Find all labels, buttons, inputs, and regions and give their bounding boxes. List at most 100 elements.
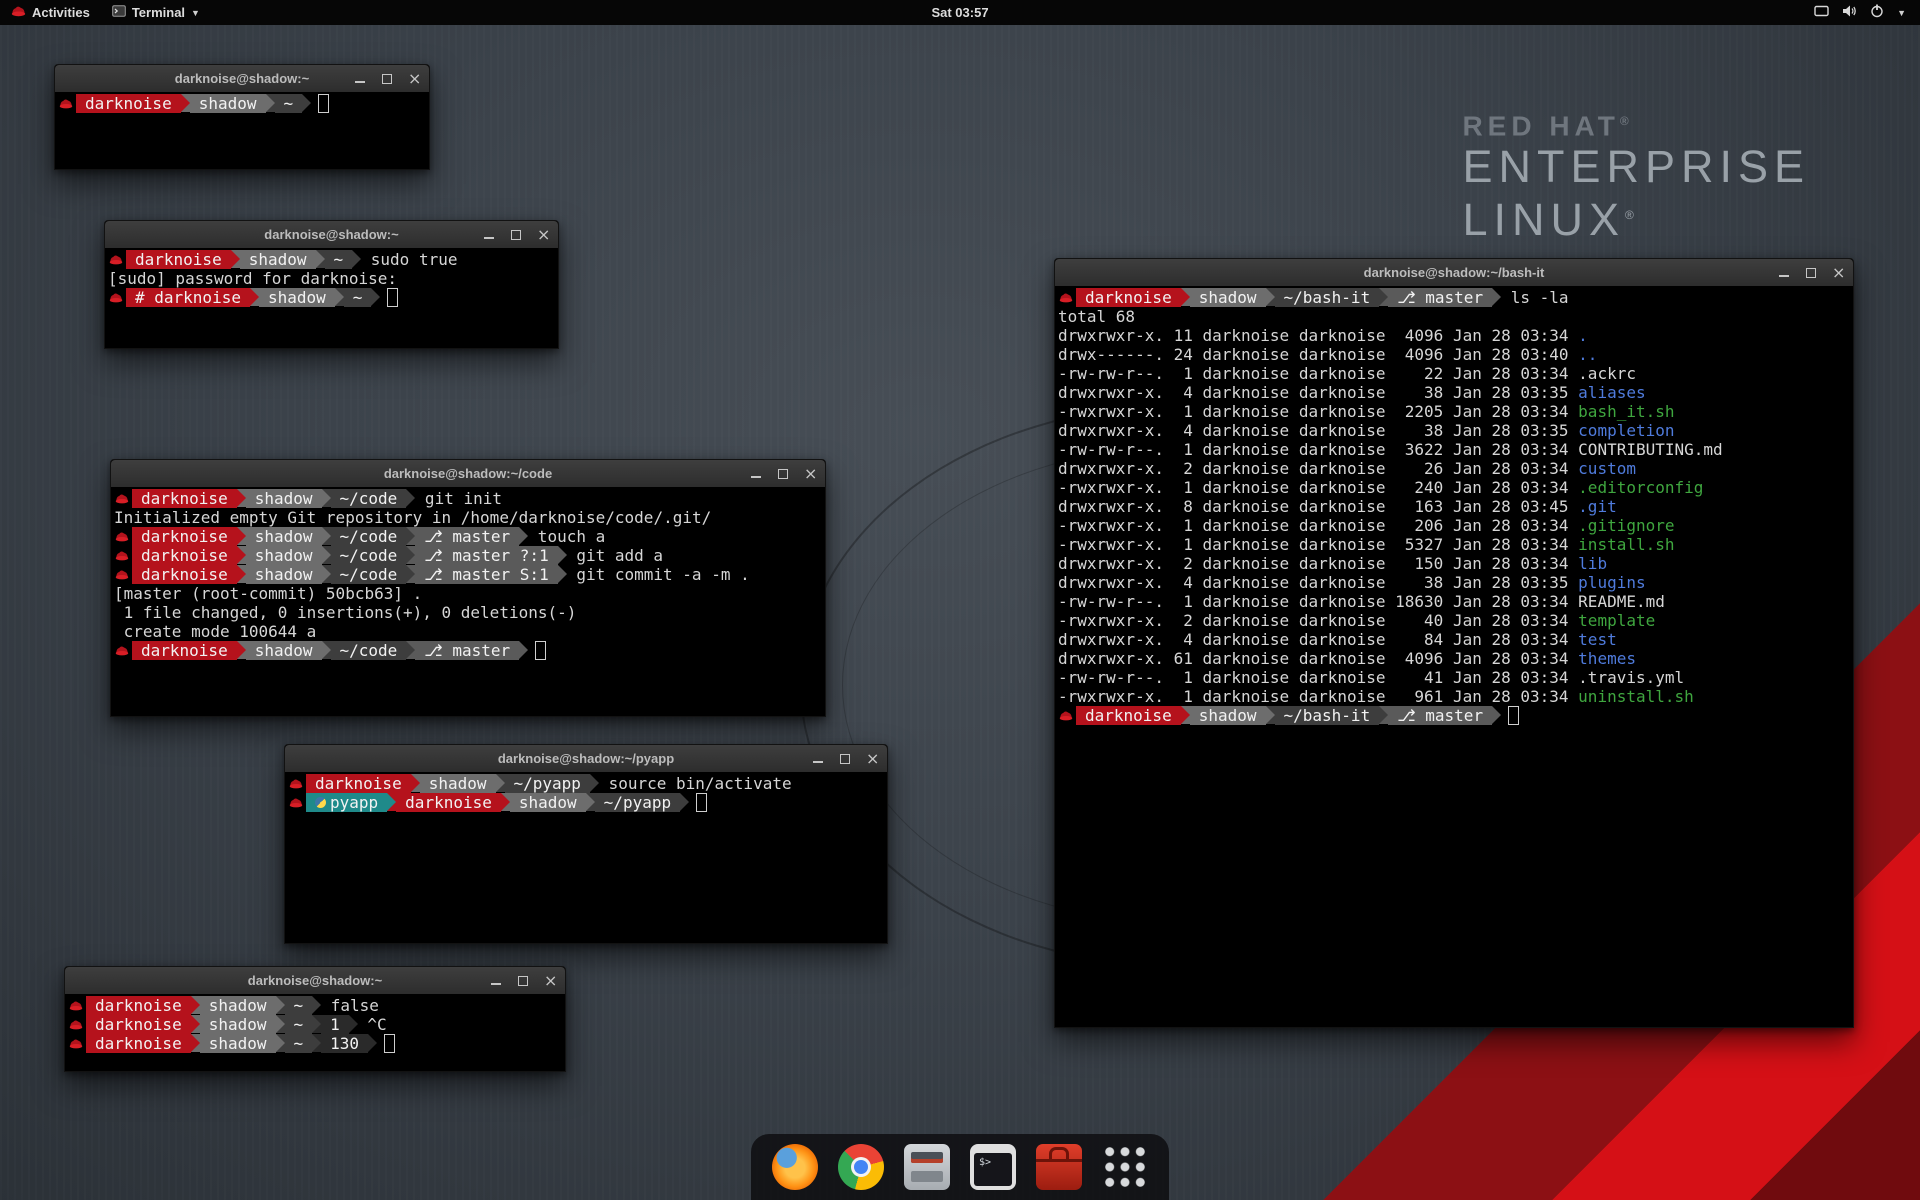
prompt-segment-path: ~ [325, 250, 353, 269]
terminal-text: [sudo] password for darknoise: [108, 269, 397, 288]
close-button[interactable]: × [866, 753, 878, 765]
close-button[interactable]: × [408, 73, 420, 85]
minimize-button[interactable] [483, 229, 495, 241]
terminal-body[interactable]: darknoiseshadow~/bash-it⎇ master ls -lat… [1055, 286, 1853, 1027]
redhat-icon [11, 5, 26, 20]
powerline-arrow-icon [1379, 706, 1388, 724]
maximize-button[interactable] [777, 468, 789, 480]
powerline-arrow-icon [387, 793, 396, 811]
rhel-logo-linux: LINUX® [1462, 191, 1810, 244]
close-button[interactable]: × [804, 468, 816, 480]
terminal-text: ^C [358, 1015, 387, 1034]
prompt-segment-host: shadow [259, 288, 335, 307]
terminal-line: drwxrwxr-x. 8 darknoise darknoise 163 Ja… [1058, 497, 1853, 516]
prompt-segment-user: darknoise [132, 641, 237, 660]
prompt-segment-git: ⎇ master [1388, 706, 1492, 725]
terminal-cursor [387, 288, 398, 307]
terminal-line: -rwxrwxr-x. 1 darknoise darknoise 961 Ja… [1058, 687, 1853, 706]
minimize-button[interactable] [490, 975, 502, 987]
redhat-prompt-icon [68, 1015, 86, 1034]
window-title: darknoise@shadow:~/bash-it [1055, 265, 1853, 280]
clock[interactable]: Sat 03:57 [931, 5, 988, 20]
terminal-body[interactable]: darknoiseshadow~ falsedarknoiseshadow~1 … [65, 994, 565, 1071]
prompt-segment-exit: 130 [321, 1034, 368, 1053]
dock-toolbox[interactable] [1035, 1143, 1083, 1191]
chevron-down-icon: ▼ [1897, 8, 1906, 18]
redhat-prompt-icon [114, 527, 132, 546]
powerline-arrow-icon [406, 641, 415, 659]
powerline-arrow-icon [680, 793, 689, 811]
maximize-button[interactable] [1805, 267, 1817, 279]
terminal-body[interactable]: darknoiseshadow~/pyapp source bin/activa… [285, 772, 887, 943]
system-menu[interactable]: ▼ [1808, 0, 1912, 25]
terminal-icon-glyph: $> [979, 1157, 991, 1169]
rhel-logo-redhat: RED HAT® [1462, 104, 1810, 143]
terminal-text: -rw-rw-r--. 1 darknoise darknoise 3622 J… [1058, 440, 1578, 459]
prompt-segment-path: ~/bash-it [1275, 706, 1380, 725]
terminal-line: -rwxrwxr-x. 1 darknoise darknoise 5327 J… [1058, 535, 1853, 554]
redhat-prompt-icon [68, 1034, 86, 1053]
terminal-text: [master (root-commit) 50bcb63] . [114, 584, 422, 603]
window-titlebar[interactable]: darknoise@shadow:~/code× [111, 460, 825, 488]
app-menu-label: Terminal [132, 5, 185, 20]
maximize-button[interactable] [839, 753, 851, 765]
close-button[interactable]: × [537, 229, 549, 241]
minimize-button[interactable] [750, 468, 762, 480]
terminal-body[interactable]: darknoiseshadow~ sudo true[sudo] passwor… [105, 248, 558, 348]
terminal-text: source bin/activate [599, 774, 792, 793]
terminal-text: drwxrwxr-x. 4 darknoise darknoise 38 Jan… [1058, 573, 1578, 592]
redhat-prompt-icon [58, 94, 76, 113]
window-titlebar[interactable]: darknoise@shadow:~/bash-it× [1055, 259, 1853, 287]
terminal-text: completion [1578, 421, 1674, 440]
prompt-segment-host: shadow [240, 250, 316, 269]
minimize-button[interactable] [1778, 267, 1790, 279]
prompt-segment-user: darknoise [86, 1015, 191, 1034]
dock-chrome[interactable] [837, 1143, 885, 1191]
powerline-arrow-icon [237, 565, 246, 583]
window-title: darknoise@shadow:~/code [111, 466, 825, 481]
minimize-button[interactable] [354, 73, 366, 85]
terminal-text: drwxrwxr-x. 4 darknoise darknoise 38 Jan… [1058, 383, 1578, 402]
chevron-down-icon: ▼ [191, 8, 200, 18]
dock-firefox[interactable] [771, 1143, 819, 1191]
terminal-line: [sudo] password for darknoise: [108, 269, 558, 288]
maximize-button[interactable] [381, 73, 393, 85]
close-button[interactable]: × [1832, 267, 1844, 279]
redhat-prompt-icon [114, 546, 132, 565]
terminal-text: sudo true [361, 250, 457, 269]
minimize-button[interactable] [812, 753, 824, 765]
powerline-arrow-icon [1266, 288, 1275, 306]
prompt-segment-user: darknoise [86, 996, 191, 1015]
activities-button[interactable]: Activities [0, 0, 101, 25]
app-menu-terminal[interactable]: Terminal ▼ [101, 0, 211, 25]
terminal-line: drwxrwxr-x. 4 darknoise darknoise 38 Jan… [1058, 383, 1853, 402]
terminal-body[interactable]: darknoiseshadow~ [55, 92, 429, 169]
dock: $> [751, 1134, 1169, 1200]
window-titlebar[interactable]: darknoise@shadow:~× [65, 967, 565, 995]
terminal-text: -rwxrwxr-x. 1 darknoise darknoise 2205 J… [1058, 402, 1578, 421]
powerline-arrow-icon [191, 1034, 200, 1052]
close-button[interactable]: × [544, 975, 556, 987]
dock-files[interactable] [903, 1143, 951, 1191]
window-titlebar[interactable]: darknoise@shadow:~× [105, 221, 558, 249]
terminal-text: -rwxrwxr-x. 1 darknoise darknoise 5327 J… [1058, 535, 1578, 554]
powerline-arrow-icon [237, 527, 246, 545]
terminal-text: .. [1578, 345, 1597, 364]
terminal-line: -rwxrwxr-x. 1 darknoise darknoise 206 Ja… [1058, 516, 1853, 535]
dock-terminal[interactable]: $> [969, 1143, 1017, 1191]
terminal-line: darknoiseshadow~/code git init [114, 489, 825, 508]
terminal-cursor [318, 94, 329, 113]
terminal-line: -rw-rw-r--. 1 darknoise darknoise 41 Jan… [1058, 668, 1853, 687]
window-titlebar[interactable]: darknoise@shadow:~× [55, 65, 429, 93]
window-titlebar[interactable]: darknoise@shadow:~/pyapp× [285, 745, 887, 773]
prompt-segment-host: shadow [246, 527, 322, 546]
terminal-line: darknoiseshadow~/code⎇ master touch a [114, 527, 825, 546]
powerline-arrow-icon [322, 565, 331, 583]
desktop: RED HAT® ENTERPRISE LINUX® darknoise@sha… [0, 0, 1920, 1200]
terminal-line: darknoiseshadow~ sudo true [108, 250, 558, 269]
maximize-button[interactable] [517, 975, 529, 987]
maximize-button[interactable] [510, 229, 522, 241]
dock-app-grid[interactable] [1101, 1143, 1149, 1191]
terminal-body[interactable]: darknoiseshadow~/code git initInitialize… [111, 487, 825, 716]
powerline-arrow-icon [181, 94, 190, 112]
